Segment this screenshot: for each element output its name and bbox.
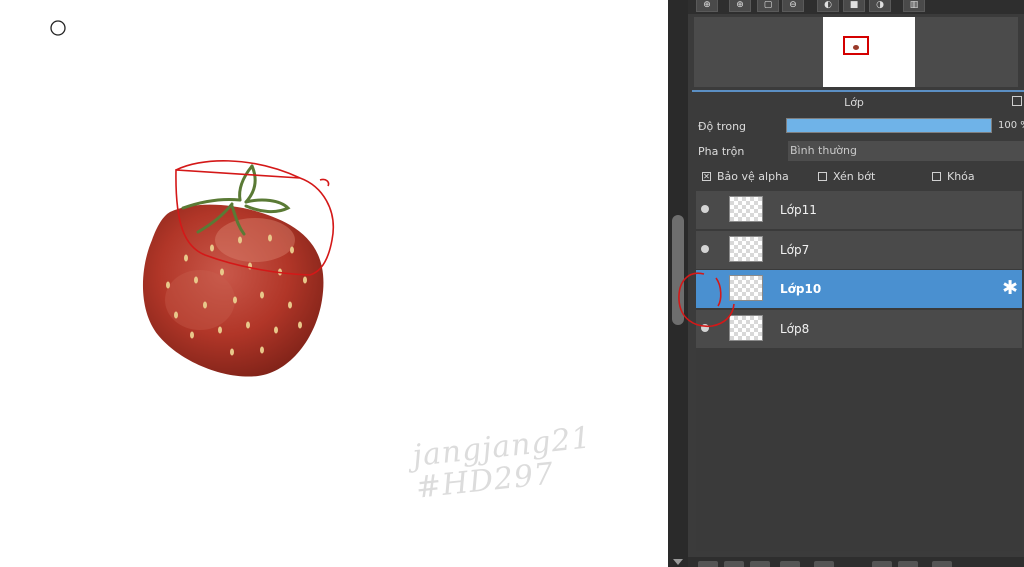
drawing-canvas[interactable]: jangjang21 #HD297 — [0, 0, 668, 567]
alpha-protect-checkbox[interactable]: ✕ — [702, 172, 711, 181]
delete-layer-button[interactable] — [932, 561, 952, 567]
layer-up-button[interactable] — [872, 561, 892, 567]
navigator-preview[interactable] — [694, 17, 1018, 87]
layer-thumbnail — [729, 196, 763, 222]
zoom-in-icon[interactable]: ⊕ — [729, 0, 751, 12]
clipping-label: Xén bớt — [833, 170, 876, 183]
popout-icon[interactable]: . — [1012, 96, 1022, 106]
layer-thumbnail — [729, 315, 763, 341]
layer-down-button[interactable] — [898, 561, 918, 567]
right-panel: ⊕ ⊕ ▢ ⊖ ◐ ■ ◑ ▥ Lớp . Độ trong 100 % Pha… — [688, 0, 1024, 567]
zoom-out-icon[interactable]: ⊖ — [782, 0, 804, 12]
layer-name: Lớp7 — [780, 243, 810, 257]
layer-row[interactable]: Lớp7 — [696, 231, 1022, 269]
visibility-eye-icon[interactable] — [701, 245, 709, 253]
flip-icon[interactable]: ■ — [843, 0, 865, 12]
lock-label: Khóa — [947, 170, 975, 183]
layer-name: Lớp11 — [780, 203, 817, 217]
duplicate-layer-button[interactable] — [750, 561, 770, 567]
layer-list: Lớp11 Lớp7 Lớp10 ✱ Lớp8 — [696, 191, 1022, 551]
layer-panel-footer — [688, 557, 1024, 567]
layer-row[interactable]: Lớp11 — [696, 191, 1022, 229]
visibility-eye-icon[interactable] — [701, 324, 709, 332]
alpha-protect-label: Bảo vệ alpha — [717, 170, 789, 183]
blend-mode-select[interactable]: Bình thường — [788, 141, 1024, 161]
scroll-down-arrow-icon[interactable] — [673, 559, 683, 565]
merge-layer-button[interactable] — [780, 561, 800, 567]
brush-cursor-icon — [50, 20, 66, 36]
layout-icon[interactable]: ▥ — [903, 0, 925, 12]
layer-name: Lớp8 — [780, 322, 810, 336]
gear-icon[interactable]: ✱ — [1002, 278, 1018, 298]
blend-label: Pha trộn — [698, 145, 745, 158]
layer-row-selected[interactable]: Lớp10 ✱ — [696, 270, 1022, 308]
new-layer-button[interactable] — [698, 561, 718, 567]
opacity-slider[interactable] — [786, 118, 992, 133]
navigator-toolbar: ⊕ ⊕ ▢ ⊖ ◐ ■ ◑ ▥ — [688, 0, 1024, 14]
layer-panel-title: Lớp — [844, 96, 864, 109]
rotate-left-icon[interactable]: ◐ — [817, 0, 839, 12]
new-folder-button[interactable] — [724, 561, 744, 567]
scrollbar-thumb[interactable] — [672, 215, 684, 325]
navigator-artwork-dot — [853, 45, 859, 50]
layer-thumbnail — [729, 236, 763, 262]
canvas-scrollbar[interactable] — [668, 0, 688, 567]
clear-layer-button[interactable] — [814, 561, 834, 567]
rotate-right-icon[interactable]: ◑ — [869, 0, 891, 12]
fit-icon[interactable]: ▢ — [757, 0, 779, 12]
visibility-eye-icon[interactable] — [701, 205, 709, 213]
opacity-value: 100 % — [998, 120, 1024, 131]
lock-checkbox[interactable] — [932, 172, 941, 181]
layer-thumbnail — [729, 275, 763, 301]
clipping-checkbox[interactable] — [818, 172, 827, 181]
opacity-label: Độ trong — [698, 120, 747, 133]
navigator-page — [823, 17, 915, 87]
zoom-in-icon[interactable]: ⊕ — [696, 0, 718, 12]
panel-divider — [692, 90, 1024, 92]
layer-name: Lớp10 — [780, 282, 822, 296]
layer-row[interactable]: Lớp8 — [696, 310, 1022, 348]
